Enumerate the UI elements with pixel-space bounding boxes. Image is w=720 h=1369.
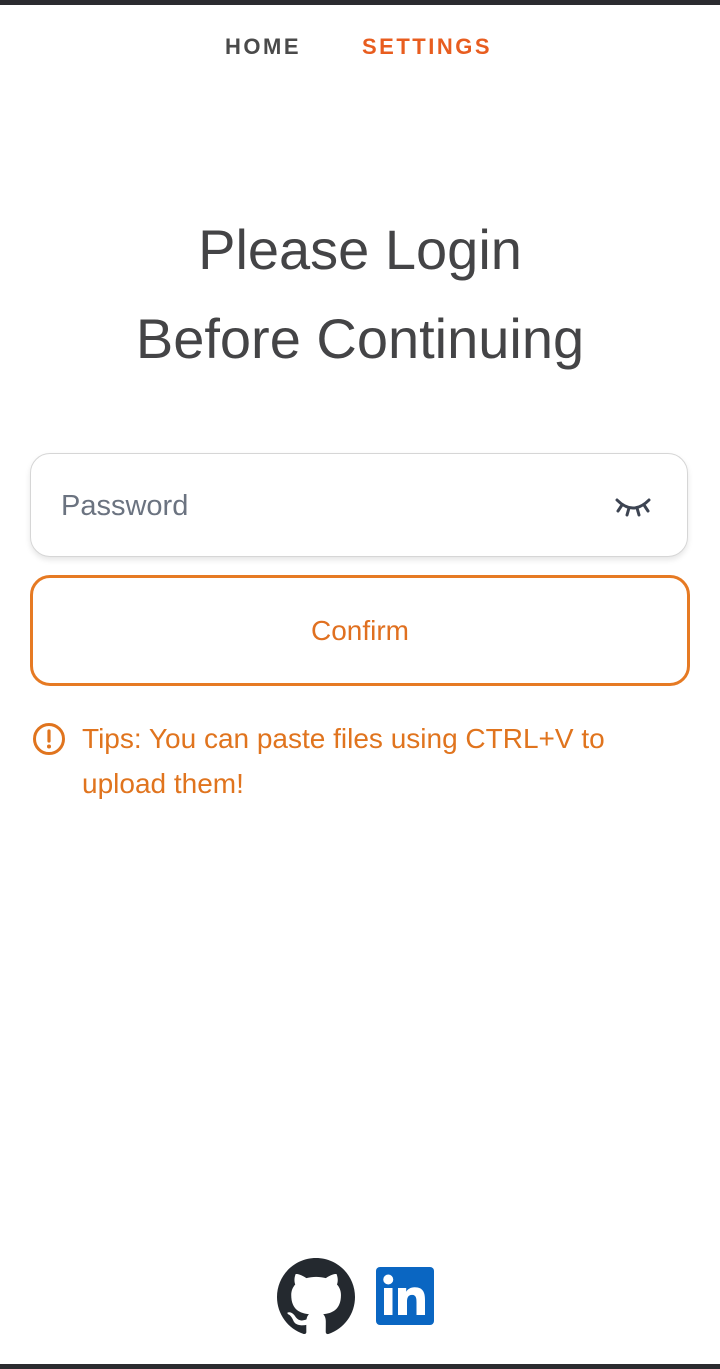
password-field (30, 453, 688, 557)
social-links (0, 1258, 720, 1336)
page-title-line-1: Please Login (198, 218, 522, 281)
github-icon[interactable] (277, 1258, 355, 1336)
top-system-bar (0, 0, 720, 5)
nav-settings-link[interactable]: SETTINGS (362, 34, 492, 60)
password-input[interactable] (61, 484, 601, 528)
nav-home-link[interactable]: HOME (225, 34, 301, 60)
eye-closed-icon[interactable] (613, 492, 653, 522)
alert-circle-icon (32, 722, 66, 756)
page-title: Please Login Before Continuing (0, 205, 720, 383)
top-navigation: HOME SETTINGS (0, 30, 720, 66)
confirm-button[interactable]: Confirm (30, 575, 690, 686)
bottom-system-bar (0, 1364, 720, 1369)
tip-text: Tips: You can paste files using CTRL+V t… (82, 723, 605, 799)
page-title-line-2: Before Continuing (135, 307, 585, 370)
linkedin-icon[interactable] (376, 1267, 434, 1325)
